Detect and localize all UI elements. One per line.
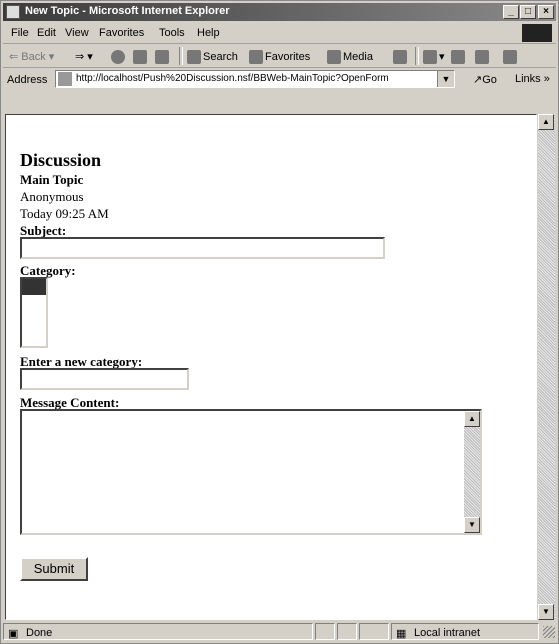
minimize-button[interactable]: _: [503, 5, 519, 19]
menu-favorites[interactable]: Favorites: [99, 27, 144, 39]
new-category-input[interactable]: [20, 368, 189, 390]
author-name: Anonymous: [20, 189, 84, 204]
history-icon: [393, 50, 407, 64]
page-content: Discussion Main Topic Anonymous Today 09…: [20, 149, 109, 239]
page-viewport: Discussion Main Topic Anonymous Today 09…: [5, 114, 537, 620]
menu-help[interactable]: Help: [197, 27, 220, 39]
textarea-scrollbar[interactable]: ▲ ▼: [464, 411, 480, 533]
page-vertical-scrollbar[interactable]: ▲ ▼: [538, 114, 555, 620]
menu-bar: File Edit View Favorites Tools Help: [3, 23, 556, 44]
title-bar: New Topic - Microsoft Internet Explorer …: [3, 3, 556, 21]
home-button[interactable]: [155, 50, 171, 64]
maximize-button[interactable]: □: [520, 5, 536, 19]
status-page-icon: ▣: [8, 628, 19, 640]
search-label: Search: [203, 50, 238, 63]
media-icon: [327, 50, 341, 64]
links-button[interactable]: Links »: [515, 73, 550, 85]
media-label: Media: [343, 50, 373, 63]
status-pane: [315, 623, 335, 640]
category-selected-item[interactable]: [22, 279, 46, 295]
toolbar-separator: [179, 47, 183, 65]
status-bar: ▣ Done ▦ Local intranet: [3, 622, 556, 642]
back-label: Back: [21, 51, 46, 63]
favorites-button[interactable]: Favorites: [249, 50, 310, 64]
subject-input[interactable]: [20, 237, 385, 259]
discuss-button[interactable]: [503, 50, 519, 64]
resize-grip-icon[interactable]: [543, 626, 555, 638]
home-icon: [155, 50, 169, 64]
ie-app-icon: [6, 5, 20, 19]
address-dropdown-icon[interactable]: ▼: [437, 71, 454, 87]
go-label: Go: [482, 74, 497, 86]
close-button[interactable]: ×: [538, 5, 554, 19]
address-input[interactable]: http://localhost/Push%20Discussion.nsf/B…: [55, 70, 455, 88]
post-timestamp: Today 09:25 AM: [20, 206, 109, 221]
status-pane: [359, 623, 389, 640]
menu-file[interactable]: File: [11, 27, 29, 39]
print-button[interactable]: [451, 50, 467, 64]
discuss-icon: [503, 50, 517, 64]
browser-window: New Topic - Microsoft Internet Explorer …: [0, 0, 559, 644]
page-icon: [58, 72, 72, 86]
go-button[interactable]: ↗Go: [473, 73, 497, 86]
zone-label: Local intranet: [414, 627, 481, 639]
status-pane: [337, 623, 357, 640]
mail-button[interactable]: ▾: [423, 50, 445, 65]
scroll-up-icon[interactable]: ▲: [538, 114, 554, 130]
refresh-icon: [133, 50, 147, 64]
status-zone-pane: ▦ Local intranet: [391, 623, 539, 640]
edit-button[interactable]: [475, 50, 491, 64]
scroll-down-icon[interactable]: ▼: [538, 604, 554, 620]
mail-icon: [423, 50, 437, 65]
back-arrow-icon: ⇐: [9, 51, 19, 63]
page-heading: Discussion: [20, 150, 102, 170]
address-label: Address: [7, 74, 48, 86]
status-pane-main: ▣ Done: [3, 623, 313, 640]
windows-logo-icon: [522, 24, 552, 42]
menu-view[interactable]: View: [65, 27, 89, 39]
back-button[interactable]: ⇐ Back ▾: [9, 50, 54, 63]
forward-button[interactable]: ⇒ ▾: [75, 50, 93, 63]
links-label: Links: [515, 73, 541, 85]
favorites-label: Favorites: [265, 50, 311, 63]
status-text: Done: [26, 627, 53, 639]
toolbar-separator: [415, 47, 419, 65]
go-arrow-icon: ↗: [473, 74, 483, 86]
menu-tools[interactable]: Tools: [159, 27, 185, 39]
edit-icon: [475, 50, 489, 64]
print-icon: [451, 50, 465, 64]
submit-button[interactable]: Submit: [20, 557, 88, 581]
address-url: http://localhost/Push%20Discussion.nsf/B…: [76, 73, 389, 84]
refresh-button[interactable]: [133, 50, 149, 64]
forward-arrow-icon: ⇒: [75, 51, 85, 63]
textarea-scroll-up-icon[interactable]: ▲: [464, 411, 480, 427]
intranet-icon: ▦: [396, 628, 407, 640]
stop-icon: [111, 50, 125, 64]
menu-edit[interactable]: Edit: [37, 27, 56, 39]
message-textarea[interactable]: ▲ ▼: [20, 409, 482, 535]
history-button[interactable]: [393, 50, 409, 64]
search-button[interactable]: Search: [187, 50, 238, 64]
form-type: Main Topic: [20, 172, 84, 187]
search-icon: [187, 50, 201, 64]
address-bar: Address http://localhost/Push%20Discussi…: [3, 69, 556, 91]
standard-toolbar: ⇐ Back ▾ ⇒ ▾ Search Favorites Media ▾: [3, 45, 556, 68]
window-title: New Topic - Microsoft Internet Explorer: [25, 5, 230, 17]
stop-button[interactable]: [111, 50, 127, 64]
favorites-icon: [249, 50, 263, 64]
category-listbox[interactable]: [20, 277, 48, 348]
media-button[interactable]: Media: [327, 50, 373, 64]
textarea-scroll-down-icon[interactable]: ▼: [464, 517, 480, 533]
